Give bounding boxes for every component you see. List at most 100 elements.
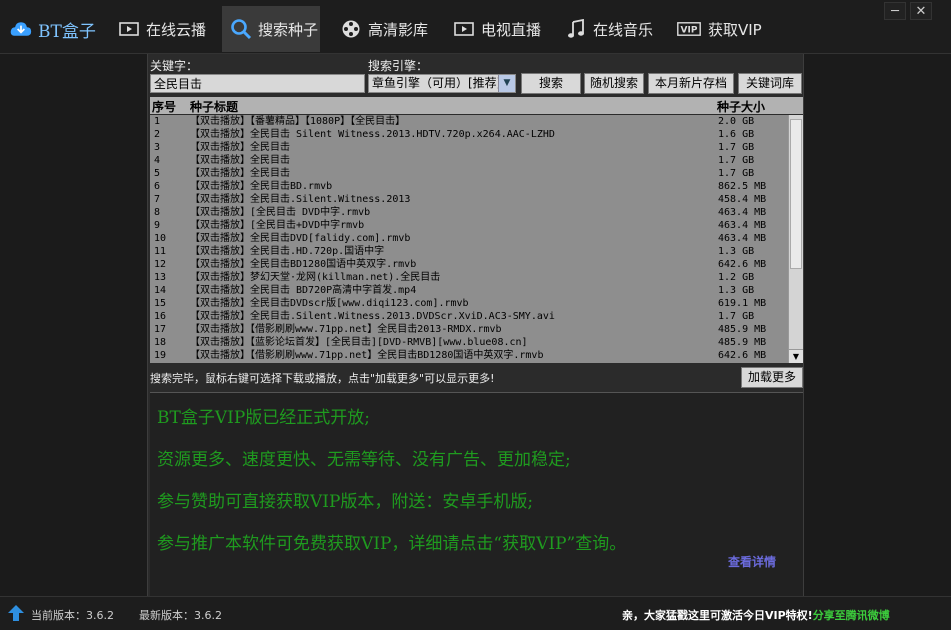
row-title: 【双击播放】全民目击DVD[falidy.com].rmvb: [190, 233, 411, 244]
table-row[interactable]: 10 【双击播放】全民目击DVD[falidy.com].rmvb 463.4 MB: [150, 232, 788, 245]
table-row[interactable]: 7 【双击播放】全民目击.Silent.Witness.2013 458.4 MB: [150, 193, 788, 206]
play-screen-icon: [118, 18, 140, 40]
engine-label: 搜索引擎：: [368, 59, 429, 73]
top-navigation-bar: BT盒子 在线云播 搜索种子 高清影库 电视直播 在线音乐 VIP 获取VIP …: [0, 0, 951, 54]
table-row[interactable]: 9 【双击播放】[全民目击+DVD中字rmvb 463.4 MB: [150, 219, 788, 232]
vip-promo-panel: BT盒子VIP版已经正式开放; 资源更多、速度更快、无需等待、没有广告、更加稳定…: [150, 392, 803, 596]
vip-activate-tip: 亲，大家猛戳这里可激活今日VIP特权!: [622, 609, 813, 622]
status-message: 搜索完毕，鼠标右键可选择下载或播放，点击"加载更多"可以显示更多!: [150, 372, 495, 385]
tab-online-music[interactable]: 在线音乐: [565, 6, 657, 52]
table-row[interactable]: 1 【双击播放】【番薯精品】【1080P】【全民目击】 2.0 GB: [150, 115, 788, 128]
row-size: 485.9 MB: [718, 337, 767, 348]
load-more-button[interactable]: 加载更多: [741, 367, 803, 388]
random-search-button[interactable]: 随机搜索: [584, 73, 644, 94]
row-size: 1.2 GB: [718, 272, 755, 283]
table-row[interactable]: 18 【双击播放】【蓝影论坛首发】[全民目击][DVD-RMVB][www.blu…: [150, 336, 788, 349]
svg-text:VIP: VIP: [681, 26, 698, 36]
table-row[interactable]: 6 【双击播放】全民目击BD.rmvb 862.5 MB: [150, 180, 788, 193]
row-title: 【双击播放】【蓝影论坛首发】[全民目击][DVD-RMVB][www.blue0…: [190, 337, 528, 348]
row-title: 【双击播放】全民目击 BD720P高清中字首发.mp4: [190, 285, 417, 296]
scrollbar-thumb[interactable]: [790, 119, 802, 269]
tab-tv-live[interactable]: 电视直播: [453, 6, 545, 52]
row-no: 1: [154, 116, 161, 127]
row-title: 【双击播放】全民目击.Silent.Witness.2013: [190, 194, 411, 205]
row-title: 【双击播放】全民目击BD1280国语中英双字.rmvb: [190, 259, 417, 270]
row-title: 【双击播放】全民目击 Silent Witness.2013.HDTV.720p…: [190, 129, 555, 140]
table-row[interactable]: 4 【双击播放】全民目击 1.7 GB: [150, 154, 788, 167]
table-row[interactable]: 11 【双击播放】全民目击.HD.720p.国语中字 1.3 GB: [150, 245, 788, 258]
table-row[interactable]: 13 【双击播放】梦幻天堂·龙网(killman.net).全民目击 1.2 GB: [150, 271, 788, 284]
tab-hd-library[interactable]: 高清影库: [340, 6, 432, 52]
row-no: 11: [154, 246, 167, 257]
keyword-library-button[interactable]: 关键词库: [738, 73, 802, 94]
row-title: 【双击播放】【借影刷刷www.71pp.net】全民目击2013-RMDX.rm…: [190, 324, 502, 335]
minimize-button[interactable]: ─: [884, 2, 906, 20]
row-no: 18: [154, 337, 167, 348]
promo-line-1: BT盒子VIP版已经正式开放;: [157, 408, 370, 428]
row-title: 【双击播放】[全民目击+DVD中字rmvb: [190, 220, 365, 231]
tab-get-vip[interactable]: VIP 获取VIP: [676, 6, 768, 52]
table-row[interactable]: 12 【双击播放】全民目击BD1280国语中英双字.rmvb 642.6 MB: [150, 258, 788, 271]
row-no: 3: [154, 142, 161, 153]
table-row[interactable]: 8 【双击播放】[全民目击 DVD中字.rmvb 463.4 MB: [150, 206, 788, 219]
table-row[interactable]: 17 【双击播放】【借影刷刷www.71pp.net】全民目击2013-RMDX.…: [150, 323, 788, 336]
row-no: 14: [154, 285, 167, 296]
view-details-link[interactable]: 查看详情: [728, 553, 776, 570]
tab-online-cloud-play[interactable]: 在线云播: [118, 6, 210, 52]
search-panel: 关键字： 搜索引擎： 章鱼引擎（可用）[推荐] ▼ 搜索 随机搜索 本月新片存档…: [147, 54, 804, 596]
promo-line-4: 参与推广本软件可免费获取VIP，详细请点击“获取VIP”查询。: [157, 534, 627, 554]
engine-select[interactable]: 章鱼引擎（可用）[推荐] ▼: [368, 74, 516, 93]
row-title: 【双击播放】全民目击.Silent.Witness.2013.DVDScr.Xv…: [190, 311, 555, 322]
table-row[interactable]: 14 【双击播放】全民目击 BD720P高清中字首发.mp4 1.3 GB: [150, 284, 788, 297]
row-no: 5: [154, 168, 161, 179]
vip-activate-link[interactable]: 亲，大家猛戳这里可激活今日VIP特权!分享至腾讯微博: [622, 607, 890, 623]
row-no: 16: [154, 311, 167, 322]
scroll-down-arrow-icon[interactable]: ▼: [789, 349, 803, 363]
row-title: 【双击播放】全民目击BD.rmvb: [190, 181, 333, 192]
search-button[interactable]: 搜索: [521, 73, 581, 94]
column-header-no[interactable]: 序号: [152, 98, 176, 115]
table-header: 序号 种子标题 种子大小: [150, 97, 803, 114]
row-no: 10: [154, 233, 167, 244]
tv-play-icon: [453, 18, 475, 40]
row-size: 1.7 GB: [718, 155, 755, 166]
table-row[interactable]: 15 【双击播放】全民目击DVDscr版[www.diqi123.com].rmv…: [150, 297, 788, 310]
row-size: 463.4 MB: [718, 207, 767, 218]
vip-badge-icon: VIP: [676, 18, 702, 40]
table-row[interactable]: 5 【双击播放】全民目击 1.7 GB: [150, 167, 788, 180]
share-weibo-link[interactable]: 分享至腾讯微博: [813, 609, 890, 622]
row-title: 【双击播放】全民目击.HD.720p.国语中字: [190, 246, 385, 257]
app-name: BT盒子: [38, 21, 96, 42]
upgrade-arrow-icon[interactable]: [7, 604, 25, 625]
row-title: 【双击播放】梦幻天堂·龙网(killman.net).全民目击: [190, 272, 441, 283]
close-button[interactable]: ✕: [910, 2, 932, 20]
row-size: 1.7 GB: [718, 142, 755, 153]
chevron-down-icon[interactable]: ▼: [498, 75, 515, 92]
row-title: 【双击播放】全民目击: [190, 168, 290, 179]
row-size: 458.4 MB: [718, 194, 767, 205]
column-header-size[interactable]: 种子大小: [717, 98, 765, 115]
results-scrollbar[interactable]: ▼: [788, 115, 803, 363]
row-size: 1.6 GB: [718, 129, 755, 140]
column-header-title[interactable]: 种子标题: [190, 98, 238, 115]
row-no: 9: [154, 220, 161, 231]
row-size: 642.6 MB: [718, 259, 767, 270]
cloud-icon: [10, 18, 32, 40]
table-row[interactable]: 3 【双击播放】全民目击 1.7 GB: [150, 141, 788, 154]
film-reel-icon: [340, 18, 362, 40]
row-no: 2: [154, 129, 161, 140]
latest-version: 最新版本：3.6.2: [139, 609, 222, 622]
tab-search-seeds[interactable]: 搜索种子: [222, 6, 320, 52]
monthly-archive-button[interactable]: 本月新片存档: [648, 73, 734, 94]
row-no: 7: [154, 194, 161, 205]
table-row[interactable]: 19 【双击播放】【借影刷刷www.71pp.net】全民目击BD1280国语中英…: [150, 349, 788, 362]
row-size: 463.4 MB: [718, 233, 767, 244]
music-note-icon: [565, 18, 587, 40]
row-no: 12: [154, 259, 167, 270]
search-icon: [230, 18, 252, 40]
keyword-input[interactable]: [150, 74, 365, 93]
table-row[interactable]: 2 【双击播放】全民目击 Silent Witness.2013.HDTV.720…: [150, 128, 788, 141]
table-row[interactable]: 16 【双击播放】全民目击.Silent.Witness.2013.DVDScr.…: [150, 310, 788, 323]
app-logo[interactable]: BT盒子: [10, 6, 96, 52]
row-no: 19: [154, 350, 167, 361]
